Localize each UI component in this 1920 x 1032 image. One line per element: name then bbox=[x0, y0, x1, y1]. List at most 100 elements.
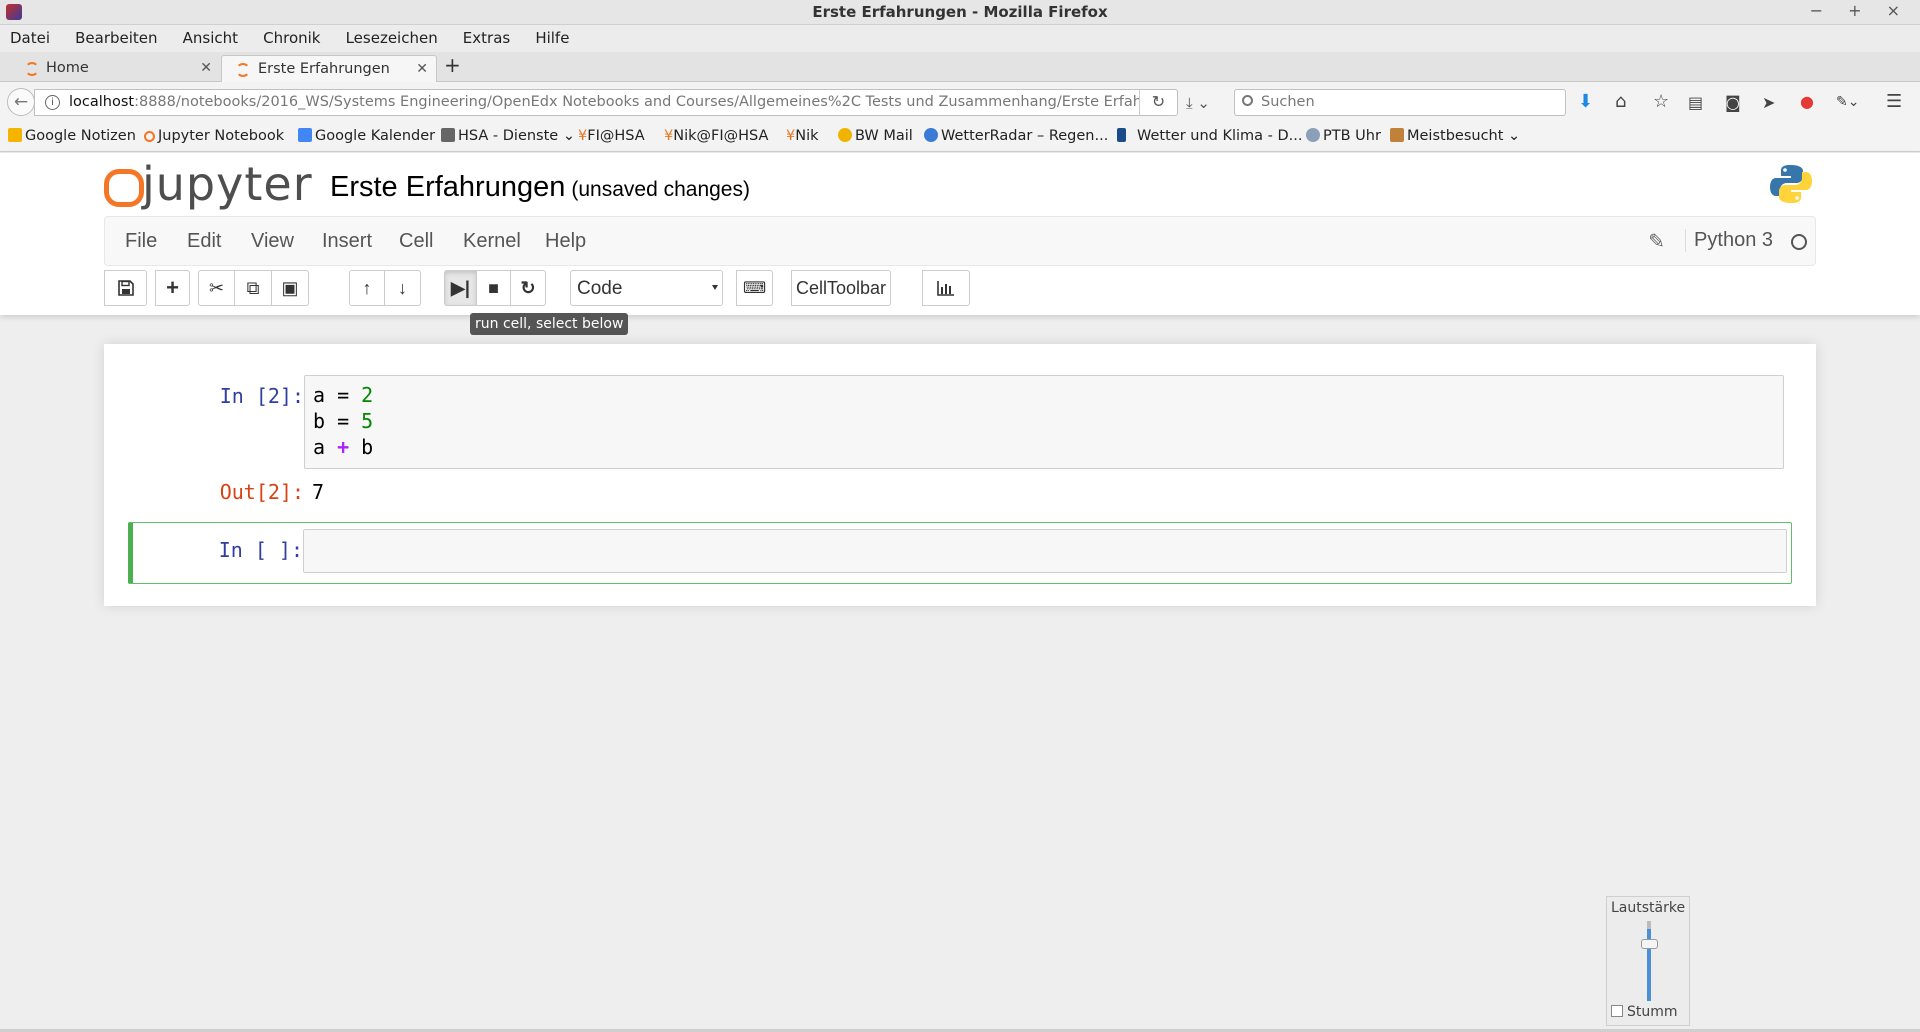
paste-button[interactable]: ▣ bbox=[272, 270, 309, 306]
bookmark-label: Meistbesucht bbox=[1407, 128, 1504, 144]
run-cell-tooltip: run cell, select below bbox=[470, 313, 629, 335]
folder-icon bbox=[1390, 128, 1404, 142]
bookmark-item[interactable]: WetterRadar – Regen... bbox=[924, 128, 1108, 144]
jupyter-header: jupyter Erste Erfahrungen (unsaved change… bbox=[0, 153, 1920, 315]
python-logo-icon bbox=[1770, 165, 1812, 203]
move-down-button[interactable]: ↓ bbox=[385, 270, 421, 306]
back-button[interactable]: ← bbox=[7, 88, 35, 116]
bookmark-item[interactable]: ¥Nik@FI@HSA bbox=[664, 128, 768, 144]
copy-button[interactable]: ⧉ bbox=[235, 270, 272, 306]
mute-label: Stumm bbox=[1627, 1004, 1678, 1020]
kernel-name[interactable]: Python 3 bbox=[1685, 229, 1773, 252]
code-line: b = 5 bbox=[313, 409, 374, 433]
cell-type-select[interactable]: Code bbox=[570, 270, 723, 306]
bookmark-label: Google Notizen bbox=[25, 128, 136, 144]
send-icon[interactable]: ➤ bbox=[1762, 93, 1775, 112]
menu-edit[interactable]: Edit bbox=[187, 230, 221, 253]
search-placeholder: Suchen bbox=[1261, 94, 1315, 110]
info-icon[interactable]: i bbox=[45, 95, 60, 110]
menu-hilfe[interactable]: Hilfe bbox=[525, 25, 569, 47]
close-tab-icon[interactable]: ✕ bbox=[200, 60, 212, 76]
bookmark-label: BW Mail bbox=[855, 128, 913, 144]
menu-view[interactable]: View bbox=[251, 230, 294, 253]
menu-bearbeiten[interactable]: Bearbeiten bbox=[65, 25, 157, 47]
command-palette-button[interactable]: ⌨ bbox=[736, 270, 773, 306]
bookmark-icon: ¥ bbox=[786, 128, 796, 144]
color-addon-icon[interactable]: ● bbox=[1800, 92, 1814, 111]
bookmark-item[interactable]: Google Notizen bbox=[8, 128, 136, 144]
addon-menu-icon[interactable]: ✎⌄ bbox=[1836, 94, 1859, 110]
notebook-title[interactable]: Erste Erfahrungen (unsaved changes) bbox=[330, 171, 750, 204]
celltoolbar-button[interactable]: CellToolbar bbox=[791, 270, 891, 306]
bookmark-item[interactable]: Jupyter Notebook bbox=[144, 128, 284, 144]
url-path: :8888/notebooks/2016_WS/Systems Engineer… bbox=[134, 94, 1176, 110]
save-button[interactable] bbox=[104, 270, 147, 306]
menu-insert[interactable]: Insert bbox=[322, 230, 372, 253]
restart-kernel-button[interactable]: ↻ bbox=[511, 270, 546, 306]
hamburger-menu-icon[interactable]: ☰ bbox=[1886, 91, 1902, 112]
mail-icon bbox=[838, 128, 852, 142]
search-icon bbox=[1242, 95, 1253, 106]
bookmark-folder[interactable]: HSA - Dienste ⌄ bbox=[441, 128, 575, 144]
history-dropdown[interactable]: ⤓ ⌄ bbox=[1186, 94, 1210, 112]
pocket-icon[interactable]: ◙ bbox=[1725, 93, 1741, 112]
menu-chronik[interactable]: Chronik bbox=[253, 25, 320, 47]
new-tab-button[interactable]: + bbox=[444, 53, 461, 77]
menu-datei[interactable]: Datei bbox=[0, 25, 50, 47]
edit-mode-pencil-icon: ✎ bbox=[1648, 229, 1665, 253]
move-up-button[interactable]: ↑ bbox=[349, 270, 385, 306]
search-input[interactable]: Suchen bbox=[1234, 89, 1566, 116]
home-icon[interactable]: ⌂ bbox=[1615, 91, 1626, 112]
url-bar[interactable]: i localhost:8888/notebooks/2016_WS/Syste… bbox=[34, 89, 1178, 116]
menu-help[interactable]: Help bbox=[545, 230, 586, 253]
volume-popup: Lautstärke Stumm bbox=[1606, 896, 1690, 1026]
close-tab-icon[interactable]: ✕ bbox=[416, 61, 428, 77]
jupyter-favicon-icon bbox=[25, 62, 39, 76]
reload-icon[interactable]: ↻ bbox=[1139, 90, 1177, 115]
menu-lesezeichen[interactable]: Lesezeichen bbox=[336, 25, 438, 47]
bookmark-label: Jupyter Notebook bbox=[158, 128, 285, 144]
maximize-button[interactable]: + bbox=[1848, 1, 1871, 20]
menu-cell[interactable]: Cell bbox=[399, 230, 433, 253]
menu-extras[interactable]: Extras bbox=[453, 25, 510, 47]
tab-bar: Home ✕ Erste Erfahrungen ✕ bbox=[0, 52, 1920, 82]
selected-cell[interactable]: In [ ]: bbox=[128, 522, 1792, 584]
bookmark-item[interactable]: Wetter und Klima - D... bbox=[1117, 128, 1302, 144]
run-cell-button[interactable]: ▶| bbox=[444, 270, 477, 306]
bookmark-item[interactable]: BW Mail bbox=[838, 128, 913, 144]
chart-button[interactable] bbox=[922, 270, 970, 306]
mute-checkbox[interactable]: Stumm bbox=[1611, 1004, 1678, 1020]
close-window-button[interactable]: × bbox=[1887, 1, 1910, 20]
cut-button[interactable]: ✂ bbox=[198, 270, 235, 306]
bar-chart-icon bbox=[937, 281, 954, 296]
code-input-area[interactable] bbox=[303, 529, 1787, 573]
folder-icon bbox=[441, 128, 455, 142]
chevron-down-icon bbox=[712, 285, 718, 290]
bookmark-label: Wetter und Klima - D... bbox=[1137, 128, 1303, 144]
insert-cell-button[interactable]: + bbox=[155, 270, 190, 306]
reading-list-icon[interactable]: ▤ bbox=[1688, 93, 1703, 112]
tab-erste-erfahrungen[interactable]: Erste Erfahrungen ✕ bbox=[221, 55, 437, 82]
bookmark-item[interactable]: Google Kalender bbox=[298, 128, 435, 144]
keyboard-icon: ⌨ bbox=[742, 280, 767, 297]
download-icon[interactable]: ⬇ bbox=[1578, 91, 1593, 112]
volume-slider-handle[interactable] bbox=[1641, 939, 1658, 949]
code-input-area[interactable]: a = 2 b = 5 a + b bbox=[304, 375, 1784, 469]
menu-kernel[interactable]: Kernel bbox=[463, 230, 521, 253]
input-prompt: In [2]: bbox=[219, 384, 304, 408]
jupyter-favicon-icon bbox=[236, 63, 250, 77]
tab-home[interactable]: Home ✕ bbox=[0, 55, 220, 82]
bookmark-item[interactable]: ¥Nik bbox=[786, 128, 819, 144]
notebook-name[interactable]: Erste Erfahrungen bbox=[330, 171, 565, 203]
minimize-button[interactable]: − bbox=[1810, 1, 1833, 20]
bookmark-folder[interactable]: Meistbesucht ⌄ bbox=[1390, 128, 1520, 144]
notebook-menubar: File Edit View Insert Cell Kernel Help ✎… bbox=[104, 216, 1816, 266]
interrupt-kernel-button[interactable]: ■ bbox=[477, 270, 511, 306]
menu-ansicht[interactable]: Ansicht bbox=[173, 25, 238, 47]
menu-file[interactable]: File bbox=[125, 230, 157, 253]
window-controls[interactable]: − + × bbox=[1810, 1, 1910, 20]
bookmark-item[interactable]: PTB Uhr bbox=[1306, 128, 1381, 144]
bookmark-item[interactable]: ¥FI@HSA bbox=[578, 128, 645, 144]
bookmark-star-icon[interactable]: ☆ bbox=[1653, 91, 1669, 112]
calendar-icon bbox=[298, 128, 312, 142]
